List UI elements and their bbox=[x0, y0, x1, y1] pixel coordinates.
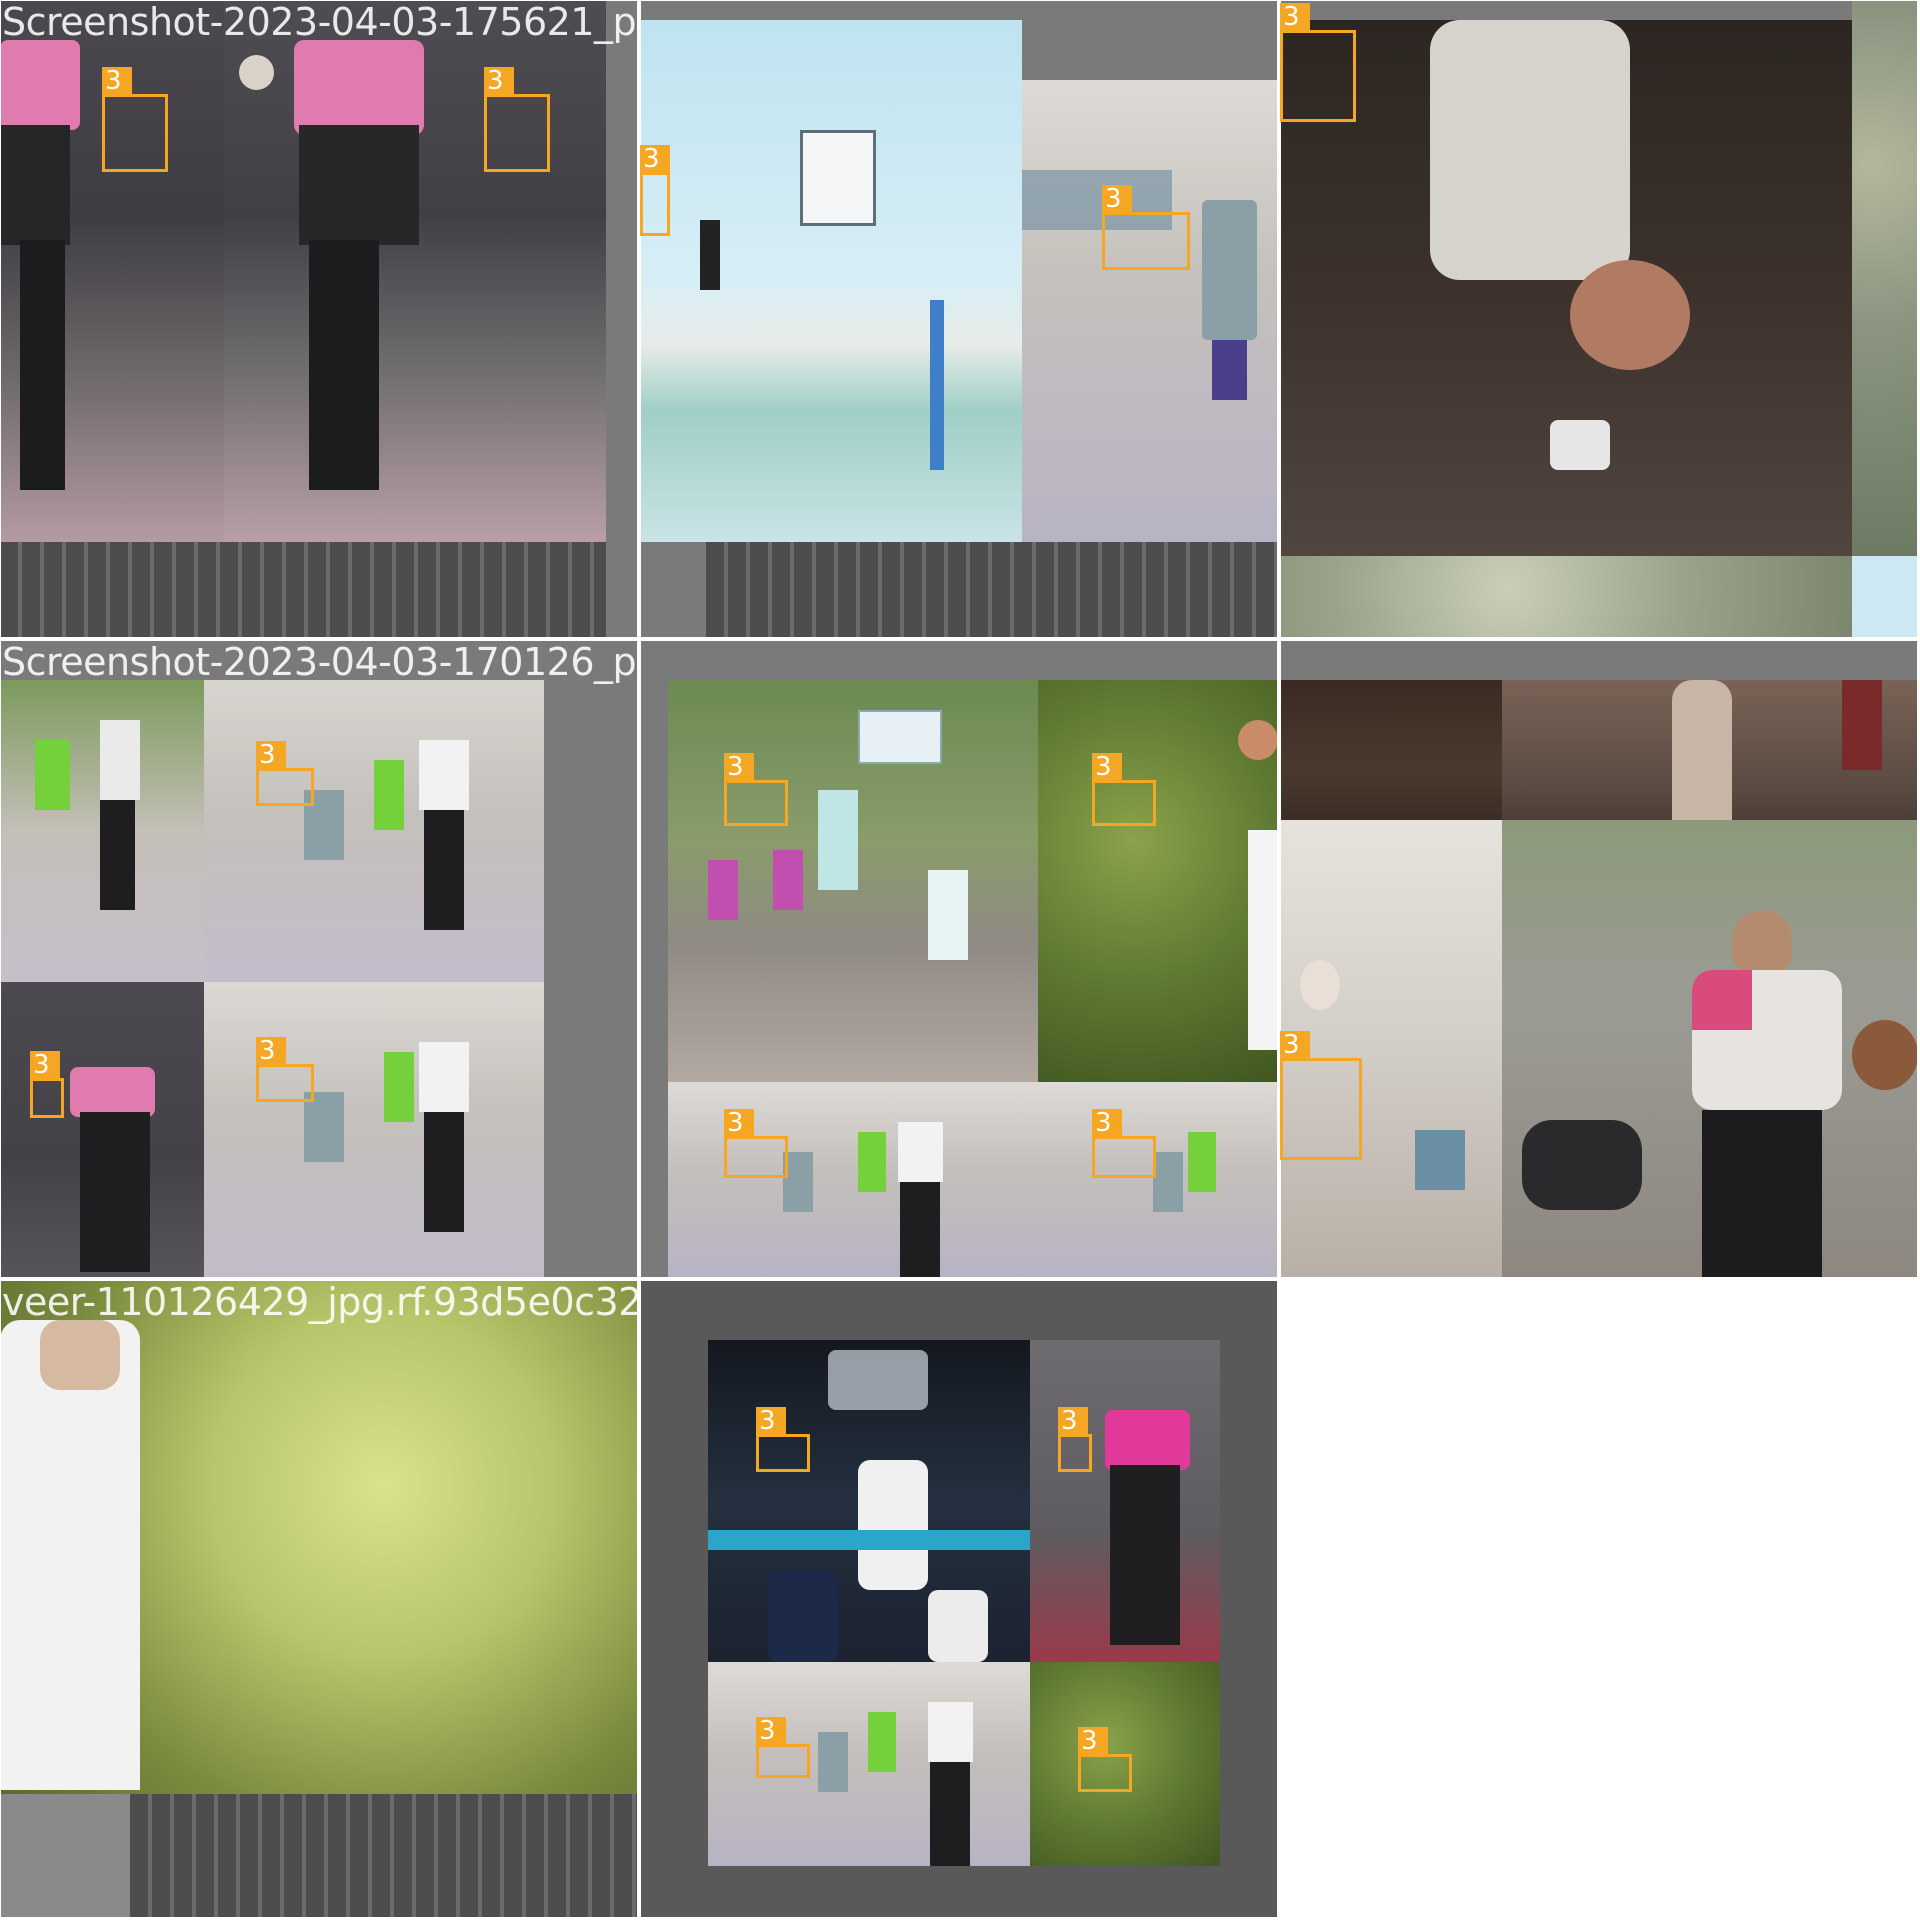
image-piece-dribbler bbox=[1280, 20, 1852, 556]
mosaic-tile-5: 3 3 3 3 bbox=[640, 640, 1278, 1278]
image-piece-kids-court-2 bbox=[1038, 1082, 1278, 1278]
image-piece-referee-back bbox=[0, 982, 204, 1278]
image-piece-referee-back-2 bbox=[224, 0, 606, 542]
class-label: 3 bbox=[30, 1051, 60, 1079]
image-piece-kids-court bbox=[1022, 80, 1278, 542]
class-label: 3 bbox=[1102, 185, 1132, 213]
letterbox-strip bbox=[640, 680, 668, 1278]
detection-box: 3 bbox=[640, 145, 670, 236]
letterbox-strip bbox=[0, 1794, 130, 1918]
detection-box: 3 bbox=[1058, 1407, 1092, 1472]
image-piece-team-game bbox=[668, 680, 1038, 1082]
class-label: 3 bbox=[256, 1037, 286, 1065]
image-piece-outdoor-hoop bbox=[640, 20, 1022, 542]
class-label: 3 bbox=[484, 67, 514, 95]
image-piece-foliage-bright bbox=[0, 1280, 638, 1794]
detection-box: 3 bbox=[30, 1051, 64, 1118]
detection-box: 3 bbox=[756, 1717, 810, 1778]
class-label: 3 bbox=[640, 145, 670, 173]
detection-box: 3 bbox=[1280, 1031, 1362, 1160]
image-piece-kids-court-3 bbox=[204, 982, 544, 1278]
class-label: 3 bbox=[1058, 1407, 1088, 1435]
class-label: 3 bbox=[724, 753, 754, 781]
detection-box: 3 bbox=[1092, 1109, 1156, 1178]
class-label: 3 bbox=[102, 67, 132, 95]
class-label: 3 bbox=[1078, 1727, 1108, 1755]
class-label: 3 bbox=[1280, 3, 1310, 31]
class-label: 3 bbox=[1092, 753, 1122, 781]
image-piece-fence bbox=[130, 1794, 638, 1918]
tile-caption: Screenshot-2023-04-03-175621_png.rf.f4fb… bbox=[2, 0, 638, 44]
image-piece-foliage-2 bbox=[1280, 556, 1852, 638]
mosaic-tile-6: 3 bbox=[1280, 640, 1918, 1278]
detection-box: 3 bbox=[102, 67, 168, 172]
detection-box: 3 bbox=[256, 741, 314, 806]
detection-box: 3 bbox=[256, 1037, 314, 1102]
detection-box: 3 bbox=[724, 1109, 788, 1178]
detection-box: 3 bbox=[484, 67, 550, 172]
detection-box: 3 bbox=[724, 753, 788, 826]
detection-box: 3 bbox=[1280, 3, 1356, 122]
empty-grid-cell bbox=[1280, 1280, 1920, 1920]
tile-caption: veer-110126429_jpg.rf.93d5e0c3247846d883… bbox=[2, 1280, 638, 1324]
image-piece-nba-dunk bbox=[708, 1340, 1030, 1662]
class-label: 3 bbox=[756, 1407, 786, 1435]
mosaic-tile-4: 3 3 3 Screenshot-2023-04-03-170126_png.r… bbox=[0, 640, 638, 1278]
class-label: 3 bbox=[1092, 1109, 1122, 1137]
image-piece-foliage-1 bbox=[1852, 0, 1918, 556]
class-label: 3 bbox=[756, 1717, 786, 1745]
mosaic-tile-2: 3 3 bbox=[640, 0, 1278, 638]
mosaic-tile-1: 3 3 Screenshot-2023-04-03-175621_png.rf.… bbox=[0, 0, 638, 638]
class-label: 3 bbox=[724, 1109, 754, 1137]
tile-caption: Screenshot-2023-04-03-170126_png.rf.0088… bbox=[2, 640, 638, 684]
detection-box: 3 bbox=[1078, 1727, 1132, 1792]
training-batch-mosaic: 3 3 Screenshot-2023-04-03-175621_png.rf.… bbox=[0, 0, 1920, 1920]
image-piece-fence-1 bbox=[0, 542, 606, 638]
detection-box: 3 bbox=[1092, 753, 1156, 826]
mosaic-tile-7: veer-110126429_jpg.rf.93d5e0c3247846d883… bbox=[0, 1280, 638, 1918]
image-piece-kids-court-1 bbox=[0, 680, 204, 982]
mosaic-tile-3: 3 bbox=[1280, 0, 1918, 638]
class-label: 3 bbox=[256, 741, 286, 769]
image-piece-kids-court-2 bbox=[204, 680, 544, 982]
letterbox-strip bbox=[544, 680, 638, 1278]
image-piece-crowd bbox=[1280, 820, 1502, 1278]
image-piece-sky bbox=[1852, 556, 1918, 638]
image-piece-referee-front bbox=[1502, 820, 1918, 1278]
image-piece-fence bbox=[706, 542, 1278, 638]
mosaic-tile-8: 3 3 3 3 bbox=[640, 1280, 1278, 1918]
image-piece-foliage bbox=[1038, 680, 1278, 1082]
letterbox-strip bbox=[606, 0, 638, 638]
detection-box: 3 bbox=[1102, 185, 1190, 270]
class-label: 3 bbox=[1280, 1031, 1310, 1059]
image-piece-referee-back bbox=[1030, 1340, 1220, 1662]
detection-box: 3 bbox=[756, 1407, 810, 1472]
